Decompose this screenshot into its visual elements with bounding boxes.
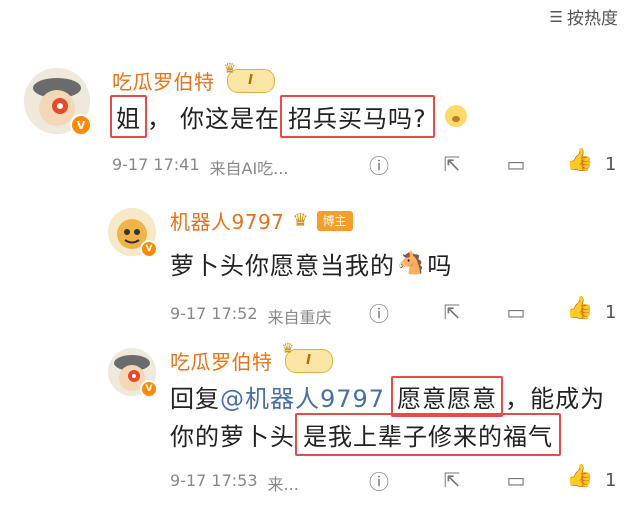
highlight-box: 愿意愿意 xyxy=(391,375,504,417)
reply-prefix: 回复 xyxy=(170,384,220,413)
verified-badge-icon: V xyxy=(70,114,92,136)
crown-icon: ♛ xyxy=(223,60,237,77)
crown-icon: ♛ xyxy=(281,340,295,357)
horse-emoji-icon: 🐴 xyxy=(397,251,426,276)
level-badge: ♛ I xyxy=(282,341,333,373)
report-icon[interactable]: ⓘ xyxy=(365,298,393,326)
report-icon[interactable]: ⓘ xyxy=(365,466,393,494)
sort-icon: ☰ xyxy=(549,7,563,26)
source: 来自重庆 xyxy=(267,308,332,327)
sort-label: 按热度 xyxy=(567,9,618,29)
username[interactable]: 吃瓜罗伯特 xyxy=(170,346,273,375)
comment-text: 姐 ， 你这是在 招兵买马吗? xyxy=(110,94,467,138)
reply-icon[interactable]: ▭ xyxy=(502,466,530,494)
mention-link[interactable]: @机器人9797 xyxy=(220,379,385,414)
like-count: 1 xyxy=(605,470,617,491)
like-icon[interactable]: 👍 xyxy=(566,296,593,321)
sort-by-hot-button[interactable]: ☰ 按热度 xyxy=(549,4,618,30)
comment-meta: 9-17 17:52 来自重庆 xyxy=(170,304,332,328)
comment-text: 萝卜头你愿意当我的 🐴 吗 xyxy=(170,251,453,280)
reply-icon[interactable]: ▭ xyxy=(502,298,530,326)
source: 来... xyxy=(267,475,299,494)
timestamp: 9-17 17:52 xyxy=(170,304,258,323)
highlight-box: 是我上辈子修来的福气 xyxy=(295,412,561,456)
surprised-emoji-icon xyxy=(444,105,467,127)
verified-badge-icon: V xyxy=(140,240,158,258)
like-icon[interactable]: 👍 xyxy=(566,464,593,489)
like-count: 1 xyxy=(605,302,617,323)
timestamp: 9-17 17:41 xyxy=(112,155,200,174)
username[interactable]: 机器人9797 xyxy=(170,206,284,235)
share-icon[interactable]: ⇱ xyxy=(438,298,466,326)
crown-icon: ♛ xyxy=(292,210,309,231)
highlight-box: 姐 xyxy=(110,94,147,138)
author-badge: 博主 xyxy=(316,210,353,231)
comment-meta: 9-17 17:41 来自AI吃... xyxy=(112,155,288,179)
username[interactable]: 吃瓜罗伯特 xyxy=(112,66,215,95)
source: 来自AI吃... xyxy=(209,159,289,178)
reply-icon[interactable]: ▭ xyxy=(502,150,530,178)
like-icon[interactable]: 👍 xyxy=(566,148,593,173)
timestamp: 9-17 17:53 xyxy=(170,471,258,490)
like-count: 1 xyxy=(605,154,617,175)
comment-meta: 9-17 17:53 来... xyxy=(170,471,299,495)
share-icon[interactable]: ⇱ xyxy=(438,150,466,178)
report-icon[interactable]: ⓘ xyxy=(365,150,393,178)
level-badge: ♛ I xyxy=(224,61,275,93)
share-icon[interactable]: ⇱ xyxy=(438,466,466,494)
comment-text: 回复 @机器人9797 愿意愿意 ，能成为 你的萝卜头 是我上辈子修来的福气 xyxy=(170,375,620,456)
highlight-box: 招兵买马吗? xyxy=(280,94,435,138)
verified-badge-icon: V xyxy=(140,380,158,398)
